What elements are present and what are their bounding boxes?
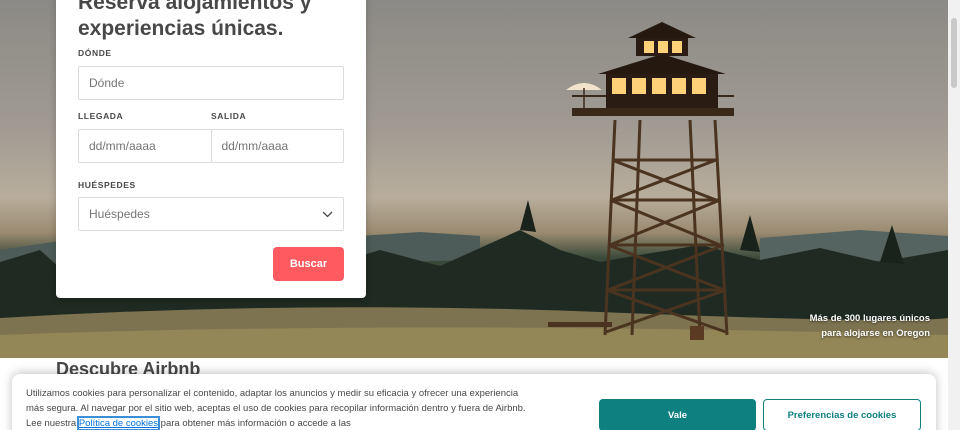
cookie-policy-link[interactable]: Política de cookies — [76, 416, 161, 430]
checkout-label: SALIDA — [211, 111, 247, 121]
hero-caption: Más de 300 lugares únicos para alojarse … — [810, 311, 930, 341]
booking-title: Reserva alojamientos y experiencias únic… — [78, 0, 312, 40]
booking-card: Reserva alojamientos y experiencias únic… — [56, 0, 366, 298]
where-group: DÓNDE — [78, 48, 344, 58]
page-scrollbar[interactable] — [948, 0, 960, 430]
scrollbar-thumb[interactable] — [951, 18, 957, 88]
guests-select-value: Huéspedes — [89, 207, 150, 221]
cookie-text-tail: para obtener más información o accede a … — [158, 418, 351, 429]
chevron-down-icon — [322, 207, 333, 221]
dates-labels: LLEGADA SALIDA — [78, 111, 344, 121]
cookie-banner: Utilizamos cookies para personalizar el … — [12, 374, 936, 430]
guests-select[interactable]: Huéspedes — [78, 197, 344, 231]
accept-cookies-button[interactable]: Vale — [599, 399, 756, 430]
hero-caption-line1: Más de 300 lugares únicos — [809, 313, 930, 324]
where-label: DÓNDE — [78, 48, 112, 58]
checkin-input[interactable]: dd/mm/aaaa — [78, 129, 212, 163]
hero-caption-line2: para alojarse en Oregon — [821, 328, 930, 339]
cookie-preferences-button[interactable]: Preferencias de cookies — [763, 399, 921, 430]
search-button[interactable]: Buscar — [273, 247, 344, 281]
guests-field-wrap: Huéspedes — [78, 197, 344, 231]
cookie-text: Utilizamos cookies para personalizar el … — [26, 386, 526, 430]
where-field-wrap: Dónde — [78, 66, 344, 100]
guests-group: HUÉSPEDES — [78, 180, 344, 190]
checkout-input[interactable]: dd/mm/aaaa — [210, 129, 344, 163]
dates-fields: dd/mm/aaaa dd/mm/aaaa — [78, 129, 344, 163]
where-input[interactable]: Dónde — [78, 66, 344, 100]
guests-label: HUÉSPEDES — [78, 180, 136, 190]
checkin-label: LLEGADA — [78, 111, 124, 121]
